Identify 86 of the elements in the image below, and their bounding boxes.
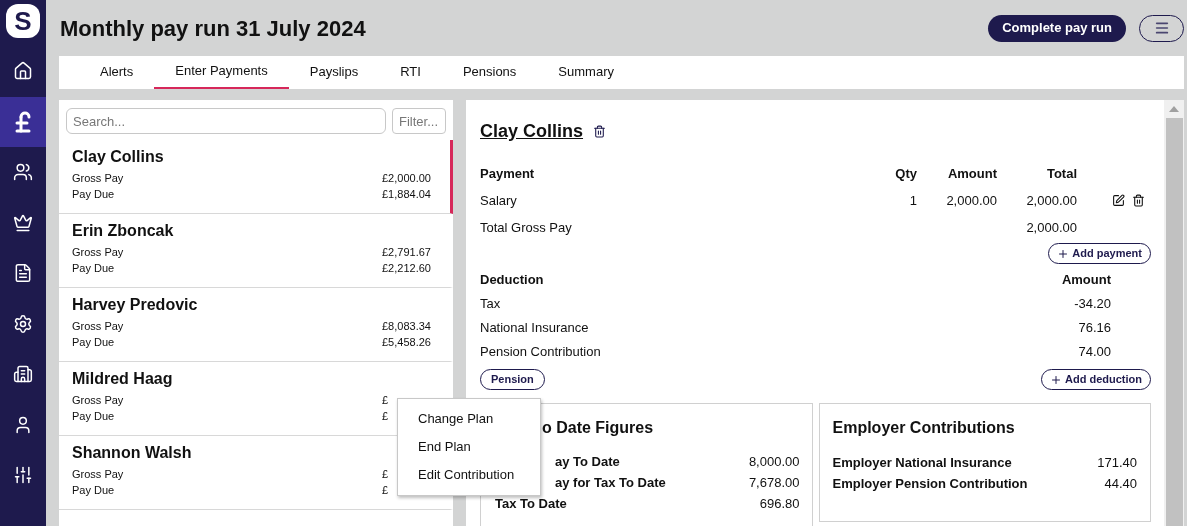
figure-label: ay for Tax To Date xyxy=(555,474,666,492)
scrollbar[interactable] xyxy=(1164,100,1184,526)
tab[interactable]: Enter Payments xyxy=(154,56,289,89)
tab[interactable]: Pensions xyxy=(441,56,538,89)
home-icon xyxy=(13,61,33,82)
table-cell-text: 74.00 xyxy=(1078,343,1111,361)
pay-value: £5,458.26 xyxy=(382,336,431,348)
pay-label: Pay Due xyxy=(72,335,115,350)
table-cell-text: National Insurance xyxy=(480,319,589,337)
buildings-icon xyxy=(13,364,33,385)
delete-icon[interactable] xyxy=(1132,194,1145,207)
pay-value: £ xyxy=(382,394,389,406)
employee-list-item[interactable]: Erin Zboncak Gross Pay £2,791.67 Pay Due £2,212.60 xyxy=(59,214,453,288)
delete-icon[interactable] xyxy=(593,125,607,138)
employee-heading: Clay Collins xyxy=(480,120,584,143)
pay-label: Gross Pay xyxy=(72,319,124,334)
employee-name: Clay Collins xyxy=(72,147,164,167)
tab[interactable]: Alerts xyxy=(79,56,155,89)
pay-value: £ xyxy=(382,468,389,480)
table-cell-text: 2,000.00 xyxy=(1025,219,1077,237)
search-field[interactable]: Search... xyxy=(66,108,386,134)
sidebar-item[interactable] xyxy=(0,96,46,147)
column-header: Amount xyxy=(946,165,997,183)
settings-icon xyxy=(13,313,33,334)
pay-value: £2,791.67 xyxy=(382,246,431,258)
pay-label: Gross Pay xyxy=(72,245,124,260)
table-cell-text: -34.20 xyxy=(1074,295,1111,313)
pay-value: £ xyxy=(382,484,389,496)
table-cell-text: 1 xyxy=(908,192,917,210)
page-title: Monthly pay run 31 July 2024 xyxy=(60,14,366,43)
complete-pay-run-button[interactable]: Complete pay run xyxy=(988,14,1126,42)
employee-name: Harvey Predovic xyxy=(72,295,198,315)
edit-icon[interactable] xyxy=(1112,194,1125,207)
pay-value: £8,083.34 xyxy=(382,320,431,332)
people-icon xyxy=(13,162,33,183)
table-cell-text: 76.16 xyxy=(1078,319,1111,337)
figure-label: Tax To Date xyxy=(495,495,567,513)
employee-list-item[interactable]: Clay Collins Gross Pay £2,000.00 Pay Due £1,884.04 xyxy=(59,140,453,214)
pay-label: Pay Due xyxy=(72,483,115,498)
pay-label: Gross Pay xyxy=(72,393,124,408)
pay-label: Gross Pay xyxy=(72,467,124,482)
pay-label: Gross Pay xyxy=(72,171,124,186)
employee-name: Shannon Walsh xyxy=(72,443,192,463)
column-header: Deduction xyxy=(480,271,544,289)
column-header: Qty xyxy=(894,165,917,183)
document-icon xyxy=(13,263,33,284)
column-header: Amount xyxy=(1061,271,1111,289)
person-icon xyxy=(13,414,33,435)
figure-label: Employer National Insurance xyxy=(832,454,1012,472)
column-header: Payment xyxy=(480,165,536,183)
tab[interactable]: Summary xyxy=(537,56,635,89)
plus-icon xyxy=(1057,247,1070,260)
figure-label: ay To Date xyxy=(555,453,620,471)
sliders-icon xyxy=(13,465,33,486)
menu-icon xyxy=(1153,20,1170,36)
table-cell-text: Total Gross Pay xyxy=(480,219,573,237)
figure-value: 8,000.00 xyxy=(748,453,800,471)
pay-value: £2,212.60 xyxy=(382,262,431,274)
table-cell-text: 2,000.00 xyxy=(1025,192,1077,210)
figure-value: 44.40 xyxy=(1104,475,1137,493)
crown-icon xyxy=(13,212,33,233)
employee-list-item[interactable]: Harvey Predovic Gross Pay £8,083.34 Pay Due £5,458.26 xyxy=(59,288,453,362)
filter-field[interactable]: Filter... xyxy=(392,108,446,134)
tab[interactable]: Payslips xyxy=(288,56,380,89)
card-title: o Date Figures xyxy=(542,418,655,438)
pay-label: Pay Due xyxy=(72,409,115,424)
table-cell-text: Pension Contribution xyxy=(480,343,601,361)
figure-value: 696.80 xyxy=(759,495,800,513)
table-cell-text: Salary xyxy=(480,192,518,210)
figure-value: 7,678.00 xyxy=(748,474,800,492)
figure-value: 171.40 xyxy=(1097,454,1137,472)
tab[interactable]: RTI xyxy=(379,56,442,89)
pay-value: £1,884.04 xyxy=(382,188,431,200)
card-title: Employer Contributions xyxy=(832,418,1016,438)
figure-label: Employer Pension Contribution xyxy=(832,475,1028,493)
pay-label: Pay Due xyxy=(72,261,115,276)
pay-label: Pay Due xyxy=(72,187,115,202)
pay-value: £ xyxy=(382,410,389,422)
employee-name: Mildred Haag xyxy=(72,369,173,389)
app-logo[interactable]: S xyxy=(6,4,40,38)
pay-value: £2,000.00 xyxy=(382,172,431,184)
column-header: Total xyxy=(1045,165,1077,183)
plus-icon xyxy=(1050,373,1062,386)
table-cell-text: Tax xyxy=(480,295,501,313)
table-cell-text: 2,000.00 xyxy=(945,192,997,210)
employee-name: Erin Zboncak xyxy=(72,221,174,241)
